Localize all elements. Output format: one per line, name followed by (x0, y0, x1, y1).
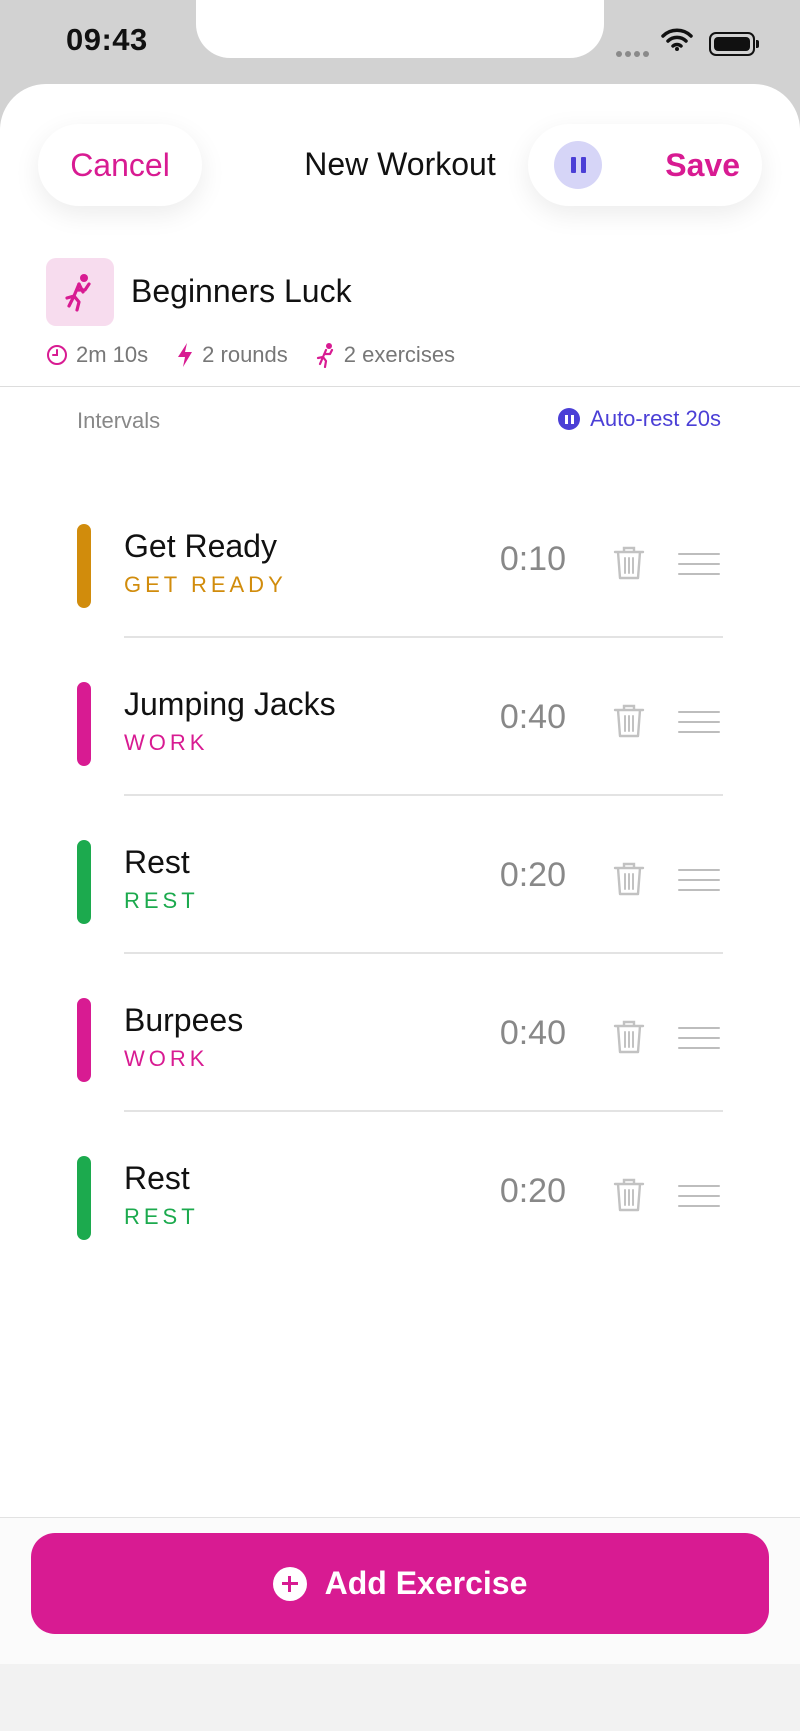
status-time: 09:43 (66, 22, 148, 57)
status-bar: 09:43 (0, 0, 800, 90)
interval-row[interactable]: Rest REST 0:20 (0, 796, 800, 954)
interval-duration[interactable]: 0:20 (476, 1172, 566, 1211)
interval-color-bar (77, 840, 91, 924)
interval-name: Jumping Jacks (124, 686, 336, 722)
trash-icon[interactable] (612, 861, 646, 902)
workout-name[interactable]: Beginners Luck (131, 273, 352, 310)
exercises-text: 2 exercises (343, 342, 456, 367)
running-person-icon[interactable] (46, 258, 114, 326)
interval-duration[interactable]: 0:40 (476, 698, 566, 737)
interval-name: Burpees (124, 1002, 244, 1038)
interval-duration[interactable]: 0:40 (476, 1014, 566, 1053)
nav-bar: Cancel New Workout Save (0, 84, 800, 264)
interval-duration[interactable]: 0:20 (476, 856, 566, 895)
drag-handle-icon[interactable] (678, 1185, 720, 1215)
divider (0, 386, 800, 387)
clock-icon (47, 345, 67, 365)
rounds-text: 2 rounds (202, 342, 288, 367)
background-strip (0, 1664, 800, 1731)
plus-circle-icon (272, 1566, 307, 1601)
exercises-stat: 2 exercises (316, 342, 455, 368)
duration-text: 2m 10s (76, 342, 149, 367)
add-exercise-button[interactable]: Add Exercise (31, 1533, 769, 1634)
new-workout-sheet: Cancel New Workout Save Beginners Luck 2… (0, 84, 800, 1664)
interval-row[interactable]: Burpees WORK 0:40 (0, 954, 800, 1112)
drag-handle-icon[interactable] (678, 1027, 720, 1057)
pause-circle-icon (558, 408, 581, 430)
wifi-icon (661, 28, 693, 57)
auto-rest-label: Auto-rest 20s (590, 406, 721, 431)
interval-kind: REST (124, 888, 199, 913)
interval-color-bar (77, 1156, 91, 1240)
interval-kind: WORK (124, 730, 209, 755)
intervals-label: Intervals (77, 408, 161, 433)
interval-row[interactable]: Jumping Jacks WORK 0:40 (0, 638, 800, 796)
duration-stat: 2m 10s (46, 342, 148, 368)
battery-icon (709, 32, 759, 56)
notch (196, 0, 604, 58)
trash-icon[interactable] (612, 545, 646, 586)
interval-row[interactable]: Get Ready GET READY 0:10 (0, 480, 800, 638)
drag-handle-icon[interactable] (678, 869, 720, 899)
rounds-stat: 2 rounds (176, 342, 288, 368)
drag-handle-icon[interactable] (678, 711, 720, 741)
cellular-signal-icon (616, 44, 652, 62)
interval-name: Rest (124, 1160, 190, 1196)
interval-color-bar (77, 998, 91, 1082)
trash-icon[interactable] (612, 703, 646, 744)
interval-duration[interactable]: 0:10 (476, 540, 566, 579)
pause-button[interactable] (554, 141, 602, 189)
interval-row[interactable]: Rest REST 0:20 (0, 1112, 800, 1270)
interval-name: Rest (124, 844, 190, 880)
interval-kind: REST (124, 1204, 199, 1229)
workout-stats: 2m 10s 2 rounds 2 exercises (46, 342, 483, 368)
trash-icon[interactable] (612, 1019, 646, 1060)
interval-kind: WORK (124, 1046, 209, 1071)
drag-handle-icon[interactable] (678, 553, 720, 583)
interval-name: Get Ready (124, 528, 277, 564)
pause-icon (570, 157, 576, 173)
interval-kind: GET READY (124, 572, 287, 597)
auto-rest-toggle[interactable]: Auto-rest 20s (558, 406, 721, 432)
add-exercise-label: Add Exercise (324, 1565, 528, 1601)
save-button[interactable]: Save (665, 124, 740, 206)
lightning-icon (178, 343, 193, 367)
footer-bar: Add Exercise (0, 1517, 800, 1664)
trash-icon[interactable] (612, 1177, 646, 1218)
intervals-list: Get Ready GET READY 0:10 Jumping Jacks W… (0, 480, 800, 1270)
runner-icon (316, 343, 333, 368)
interval-color-bar (77, 682, 91, 766)
nav-actions: Save (528, 124, 762, 206)
interval-color-bar (77, 524, 91, 608)
